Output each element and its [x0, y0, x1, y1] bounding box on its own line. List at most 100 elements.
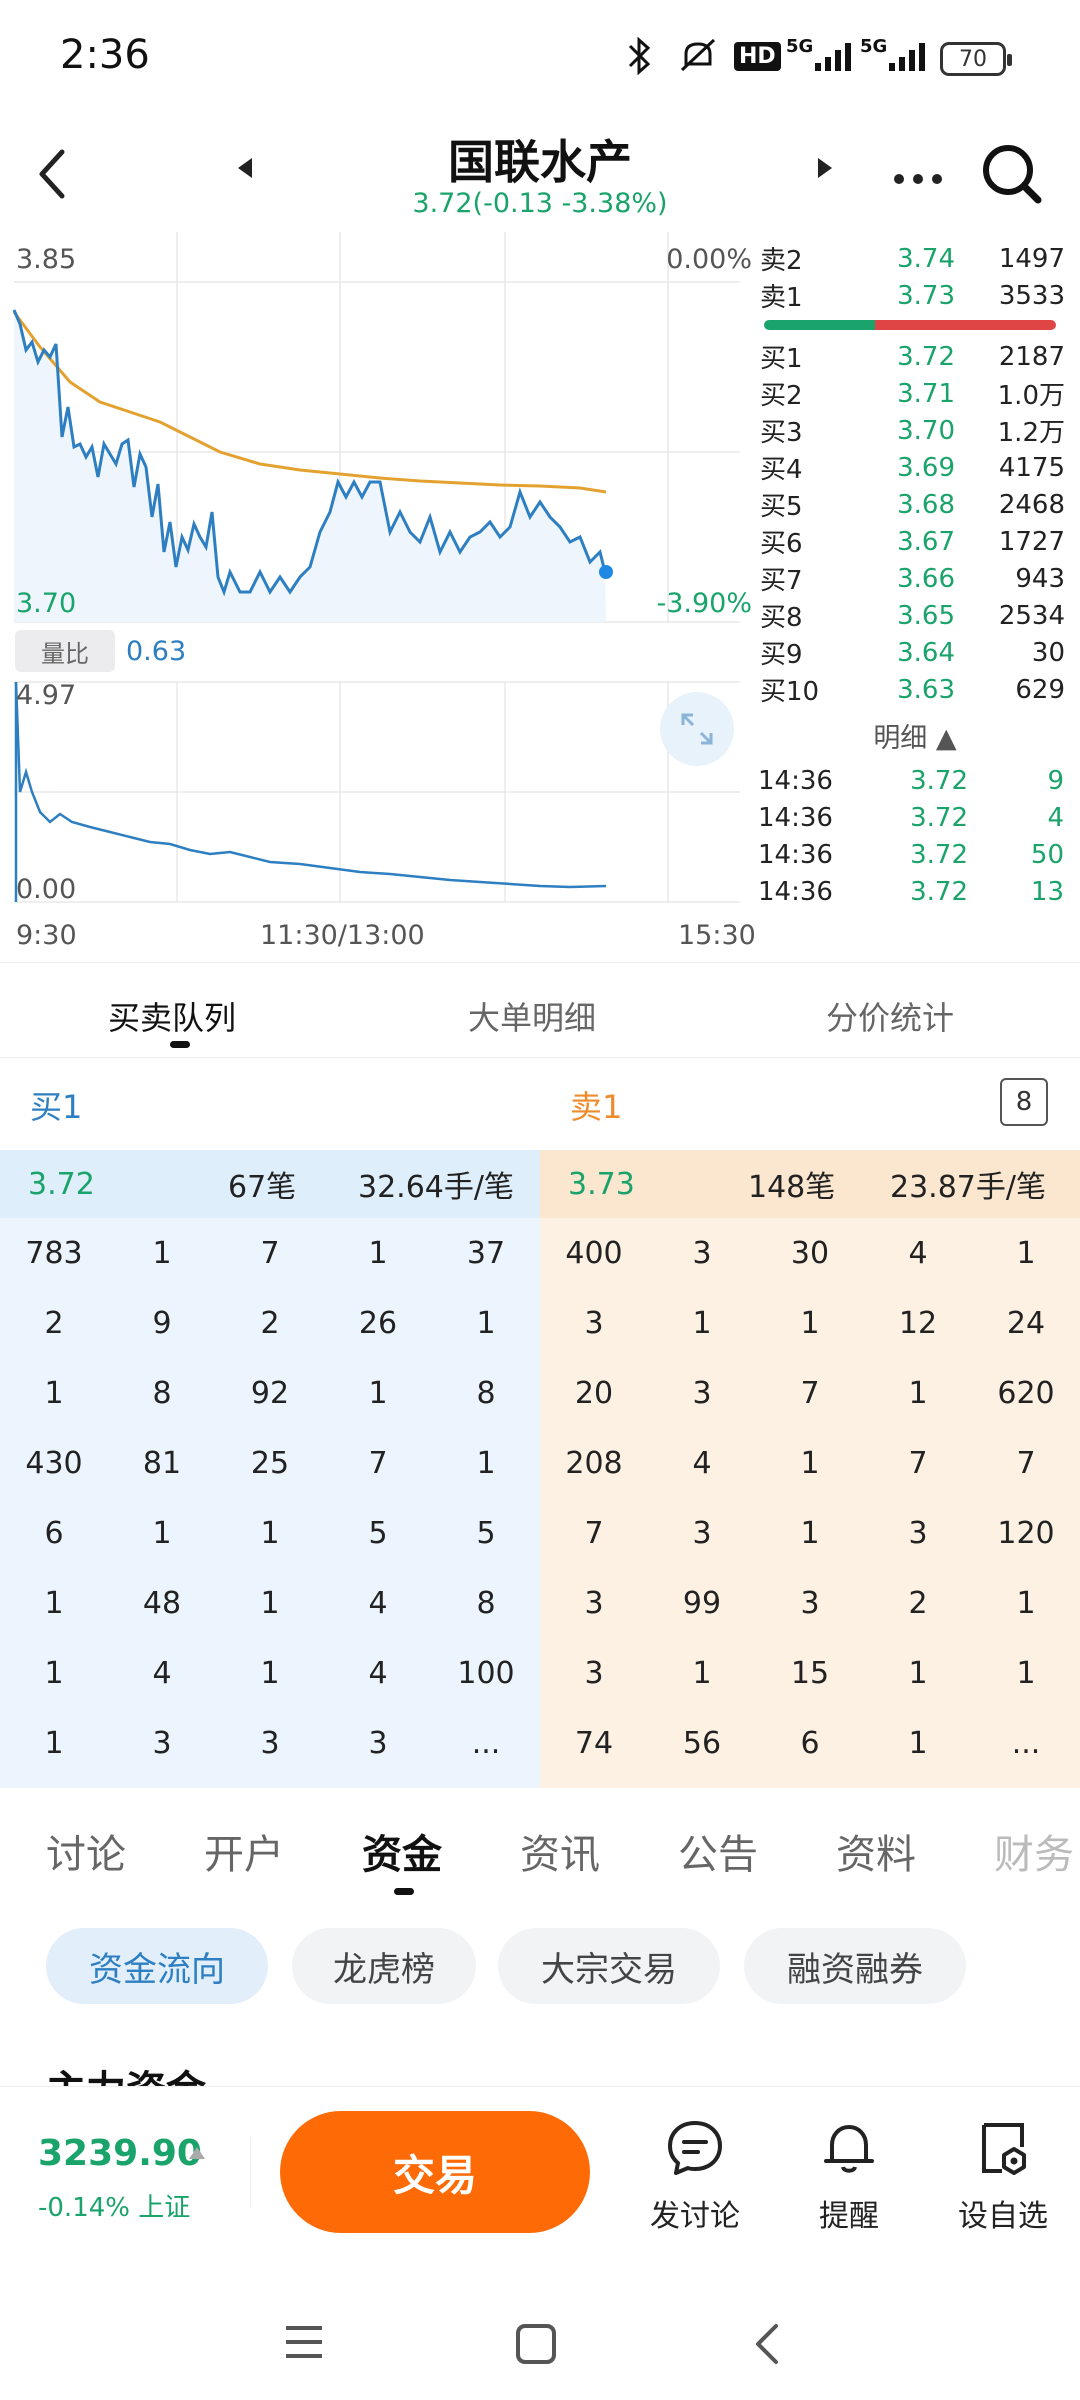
- queue-cell: 30: [790, 1235, 830, 1271]
- signal-icon-2: 5G: [860, 36, 931, 76]
- system-nav-bar: [0, 2286, 1080, 2400]
- chip-dragon-tiger[interactable]: 龙虎榜: [292, 1928, 476, 2004]
- queue-cell: 1: [800, 1445, 820, 1481]
- index-value[interactable]: 3239.90: [38, 2133, 202, 2174]
- queue-cell: 5: [476, 1515, 496, 1551]
- next-stock-icon[interactable]: [814, 156, 834, 184]
- tab-price-stats[interactable]: 分价统计: [826, 993, 954, 1039]
- tab-news[interactable]: 资讯: [520, 1822, 600, 1880]
- trade-button[interactable]: 交易: [280, 2111, 590, 2233]
- tab-profile[interactable]: 资料: [836, 1822, 916, 1880]
- price-area: [14, 310, 606, 622]
- more-icon[interactable]: [893, 170, 943, 189]
- tab-announcements[interactable]: 公告: [678, 1822, 758, 1880]
- buy-queue-grid: 783 1 7 1 37 2 9 2 26 1 1 8 92 1 8 430 81 25 7 1 6 1 1 5 5 1 48 1 4 8…: [0, 1218, 540, 1778]
- post-discussion-button[interactable]: 发讨论: [630, 2117, 760, 2235]
- tab-financials[interactable]: 财务: [994, 1822, 1080, 1880]
- alert-button[interactable]: 提醒: [784, 2117, 914, 2235]
- add-watchlist-button[interactable]: 设自选: [938, 2117, 1068, 2235]
- queue-cell: 3: [692, 1515, 712, 1551]
- chip-block-trade[interactable]: 大宗交易: [498, 1928, 720, 2004]
- queue-cell: 1: [476, 1305, 496, 1341]
- queue-cell: 81: [142, 1445, 182, 1481]
- intraday-chart[interactable]: 3.85 3.70 0.00% -3.90% 4.97 0.00: [0, 232, 760, 952]
- queue-cell: 1: [260, 1585, 280, 1621]
- queue-cell: 92: [250, 1375, 290, 1411]
- queue-cell: 100: [457, 1655, 515, 1691]
- queue-cell: 2: [260, 1305, 280, 1341]
- volume-ratio-line: [14, 681, 607, 889]
- queue-tabs: 买卖队列 大单明细 分价统计: [0, 962, 1080, 1058]
- buy1-label: 买1: [30, 1088, 83, 1126]
- trade-row: 14:36 3.72 9: [758, 765, 1064, 796]
- tab-open-account[interactable]: 开户: [204, 1822, 284, 1880]
- pct-low-label: -3.90%: [656, 588, 752, 619]
- tab-big-orders[interactable]: 大单明细: [468, 993, 596, 1039]
- queue-cell: 400: [565, 1235, 623, 1271]
- queue-cell: ...: [471, 1725, 501, 1761]
- section-tab-indicator: [394, 1888, 414, 1895]
- tab-order-queue[interactable]: 买卖队列: [108, 993, 236, 1039]
- bid-row: 买1 3.72 2187: [760, 341, 1065, 375]
- queue-cell: 1: [152, 1235, 172, 1271]
- queue-cell: 1: [800, 1305, 820, 1341]
- stock-header: 国联水产 3.72(-0.13 -3.38%): [0, 118, 1080, 230]
- time-start-label: 9:30: [16, 920, 77, 951]
- sell1-label: 卖1: [570, 1088, 623, 1126]
- chip-margin-trading[interactable]: 融资融券: [744, 1928, 966, 2004]
- bid-row: 买5 3.68 2468: [760, 489, 1065, 523]
- queue-cell: 1: [44, 1655, 64, 1691]
- queue-cell: 74: [574, 1725, 614, 1761]
- queue-cell: 8: [476, 1585, 496, 1621]
- sell-queue-panel: 3.73 148笔 23.87手/笔 400 3 30 4 1 3 1 1 12 24 20 3 7 1 6…: [540, 1150, 1080, 1788]
- queue-cell: 1: [44, 1585, 64, 1621]
- queue-cell: 3: [800, 1585, 820, 1621]
- queue-cell: 1: [1016, 1235, 1036, 1271]
- queue-cell: 1: [692, 1305, 712, 1341]
- queue-cell: 6: [800, 1725, 820, 1761]
- menu-icon[interactable]: [282, 2322, 326, 2366]
- queue-cell: 24: [1006, 1305, 1046, 1341]
- queue-cell: 3: [368, 1725, 388, 1761]
- queue-cell: 20: [574, 1375, 614, 1411]
- volume-ratio-value: 0.63: [126, 636, 187, 667]
- trade-detail-list: 14:36 3.72 9 14:36 3.72 4 14:36 3.72 50 14:36 3…: [758, 762, 1064, 910]
- expand-chart-button[interactable]: [660, 692, 734, 766]
- nav-back-icon[interactable]: [752, 2322, 782, 2370]
- queue-cell: 208: [565, 1445, 623, 1481]
- queue-cell: 1: [368, 1375, 388, 1411]
- queue-cell: 5: [368, 1515, 388, 1551]
- bid-row: 买9 3.64 30: [760, 637, 1065, 671]
- index-up-arrow-icon: [188, 2145, 206, 2164]
- status-bar: 2:36 HD 5G 5G 70: [0, 0, 1080, 118]
- queue-cell: 6: [44, 1515, 64, 1551]
- queue-cell: 3: [260, 1725, 280, 1761]
- home-icon[interactable]: [514, 2322, 558, 2370]
- queue-cell: 1: [1016, 1655, 1036, 1691]
- chat-icon: [668, 2121, 722, 2175]
- queue-cell: 3: [584, 1655, 604, 1691]
- divider: [250, 2137, 251, 2207]
- bid-row: 买6 3.67 1727: [760, 526, 1065, 560]
- queue-cell: 3: [908, 1515, 928, 1551]
- queue-cell: 4: [368, 1655, 388, 1691]
- chip-fund-flow[interactable]: 资金流向: [46, 1928, 268, 2004]
- sell-queue-header: 3.73 148笔 23.87手/笔: [540, 1150, 1080, 1218]
- tab-discuss[interactable]: 讨论: [46, 1822, 126, 1880]
- trade-row: 14:36 3.72 50: [758, 839, 1064, 870]
- search-icon[interactable]: [980, 142, 1042, 208]
- trade-detail-toggle[interactable]: 明细 ▲: [760, 716, 1070, 755]
- queue-cell: 1: [152, 1515, 172, 1551]
- queue-cell: 56: [682, 1725, 722, 1761]
- battery-icon: 70: [940, 42, 1012, 76]
- tab-funds[interactable]: 资金: [362, 1822, 442, 1880]
- queue-cell: 25: [250, 1445, 290, 1481]
- order-book: 卖2 3.74 1497 卖1 3.73 3533 买1 3.72 2187 买2 3.71 1…: [760, 240, 1070, 708]
- queue-cell: 7: [584, 1515, 604, 1551]
- queue-cell: 3: [692, 1375, 712, 1411]
- queue-cell: 2: [44, 1305, 64, 1341]
- ask-row: 卖1 3.73 3533: [760, 280, 1065, 314]
- queue-cell: 1: [1016, 1585, 1036, 1621]
- queue-depth-button[interactable]: 8: [1000, 1078, 1048, 1126]
- bid-row: 买2 3.71 1.0万: [760, 378, 1065, 412]
